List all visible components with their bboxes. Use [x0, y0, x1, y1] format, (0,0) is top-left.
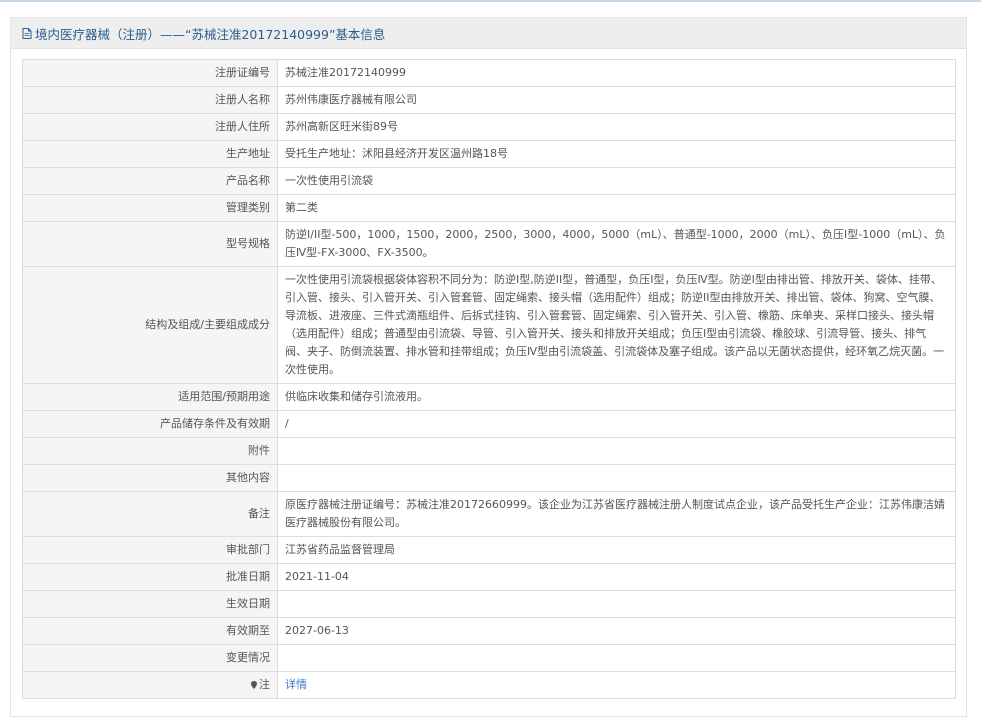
row-value: [277, 437, 956, 465]
row-value: [277, 464, 956, 492]
table-row: 注册人名称 苏州伟康医疗器械有限公司: [22, 86, 956, 114]
row-value: 受托生产地址：沭阳县经济开发区温州路18号: [277, 140, 956, 168]
row-label: 产品名称: [22, 167, 278, 195]
row-label: 生产地址: [22, 140, 278, 168]
row-value: [277, 644, 956, 672]
row-label: 注册证编号: [22, 59, 278, 87]
table-row: 注册证编号 苏械注准20172140999: [22, 59, 956, 87]
row-value: 一次性使用引流袋: [277, 167, 956, 195]
table-row: 变更情况: [22, 644, 956, 672]
details-link[interactable]: 详情: [285, 678, 307, 691]
row-value: 防逆I/II型-500，1000，1500，2000，2500，3000，400…: [277, 221, 956, 267]
row-label: 审批部门: [22, 536, 278, 564]
table-row: 生效日期: [22, 590, 956, 618]
row-value: 第二类: [277, 194, 956, 222]
table-row: 附件: [22, 437, 956, 465]
table-row: 批准日期 2021-11-04: [22, 563, 956, 591]
row-label: 适用范围/预期用途: [22, 383, 278, 411]
row-value: 苏州伟康医疗器械有限公司: [277, 86, 956, 114]
row-value: 供临床收集和储存引流液用。: [277, 383, 956, 411]
panel-header: 境内医疗器械（注册）——“苏械注准20172140999”基本信息: [11, 18, 966, 49]
note-value: 详情: [277, 671, 956, 699]
row-label: 生效日期: [22, 590, 278, 618]
row-label: 附件: [22, 437, 278, 465]
detail-table: 注册证编号 苏械注准20172140999 注册人名称 苏州伟康医疗器械有限公司…: [22, 59, 956, 699]
document-icon: [22, 27, 32, 39]
note-label: 注: [259, 678, 270, 691]
table-row: 备注 原医疗器械注册证编号：苏械注准20172660999。该企业为江苏省医疗器…: [22, 491, 956, 537]
row-label: 备注: [22, 491, 278, 537]
row-label: 型号规格: [22, 221, 278, 267]
table-row: 适用范围/预期用途 供临床收集和储存引流液用。: [22, 383, 956, 411]
row-label: 管理类别: [22, 194, 278, 222]
table-row: 产品储存条件及有效期 /: [22, 410, 956, 438]
note-label-cell: 注: [22, 671, 278, 699]
row-label: 结构及组成/主要组成成分: [22, 266, 278, 384]
table-row: 结构及组成/主要组成成分 一次性使用引流袋根据袋体容积不同分为：防逆I型,防逆I…: [22, 266, 956, 384]
row-label: 注册人住所: [22, 113, 278, 141]
row-value: 原医疗器械注册证编号：苏械注准20172660999。该企业为江苏省医疗器械注册…: [277, 491, 956, 537]
row-value: 一次性使用引流袋根据袋体容积不同分为：防逆I型,防逆II型，普通型，负压Ⅰ型，负…: [277, 266, 956, 384]
table-row: 注 详情: [22, 671, 956, 699]
top-divider: [0, 0, 981, 2]
table-row: 生产地址 受托生产地址：沭阳县经济开发区温州路18号: [22, 140, 956, 168]
row-label: 产品储存条件及有效期: [22, 410, 278, 438]
table-row: 产品名称 一次性使用引流袋: [22, 167, 956, 195]
page-title: 境内医疗器械（注册）——“苏械注准20172140999”基本信息: [35, 26, 386, 42]
row-label: 其他内容: [22, 464, 278, 492]
row-value: 江苏省药品监督管理局: [277, 536, 956, 564]
row-value: /: [277, 410, 956, 438]
table-row: 审批部门 江苏省药品监督管理局: [22, 536, 956, 564]
info-panel: 境内医疗器械（注册）——“苏械注准20172140999”基本信息 注册证编号 …: [10, 17, 967, 717]
row-value: 2021-11-04: [277, 563, 956, 591]
row-value: 苏械注准20172140999: [277, 59, 956, 87]
table-row: 有效期至 2027-06-13: [22, 617, 956, 645]
row-label: 变更情况: [22, 644, 278, 672]
row-value: 苏州高新区旺米街89号: [277, 113, 956, 141]
row-label: 有效期至: [22, 617, 278, 645]
table-row: 管理类别 第二类: [22, 194, 956, 222]
row-label: 批准日期: [22, 563, 278, 591]
table-row: 型号规格 防逆I/II型-500，1000，1500，2000，2500，300…: [22, 221, 956, 267]
table-row: 注册人住所 苏州高新区旺米街89号: [22, 113, 956, 141]
pin-icon: [251, 681, 257, 689]
table-row: 其他内容: [22, 464, 956, 492]
row-label: 注册人名称: [22, 86, 278, 114]
row-value: [277, 590, 956, 618]
row-value: 2027-06-13: [277, 617, 956, 645]
